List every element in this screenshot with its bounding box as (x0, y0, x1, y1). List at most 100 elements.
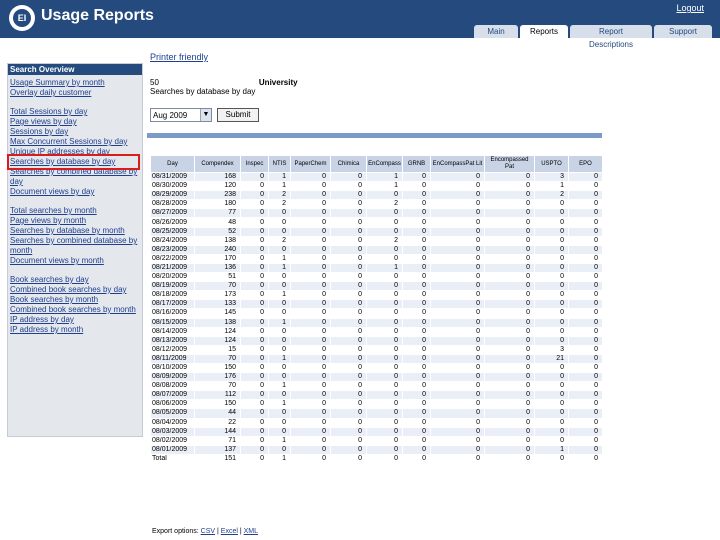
column-header[interactable]: Encompassed Pat (484, 155, 535, 173)
count-cell: 0 (430, 272, 485, 283)
count-cell: 0 (484, 235, 535, 246)
count-cell: 0 (484, 281, 535, 292)
sidebar-link[interactable]: Total Sessions by day (10, 107, 140, 117)
count-cell: 0 (330, 308, 367, 319)
sidebar-link[interactable]: Searches by database by month (10, 226, 140, 236)
sidebar-link[interactable]: Book searches by month (10, 295, 140, 305)
export-csv-link[interactable]: CSV (201, 528, 215, 535)
count-cell: 0 (534, 408, 569, 419)
day-cell: 08/27/2009 (150, 208, 195, 219)
tab-report-descriptions[interactable]: Report Descriptions (570, 25, 652, 49)
table-row: 08/31/2009 168 0 1 0 0 1 0 0 0 3 0 (150, 171, 603, 183)
day-cell: 08/28/2009 (150, 199, 195, 210)
sidebar-link[interactable]: Unique IP addresses by day (10, 147, 140, 157)
column-header[interactable]: Inspec (240, 155, 269, 173)
count-cell: 0 (534, 299, 569, 310)
day-cell: 08/19/2009 (150, 281, 195, 292)
day-cell: Total (150, 453, 195, 465)
count-cell: 0 (240, 244, 269, 255)
column-header[interactable]: EnCompassPat Lit (430, 155, 485, 173)
sidebar-link[interactable]: Sessions by day (10, 127, 140, 137)
count-cell: 1 (268, 290, 291, 301)
printer-friendly-link[interactable]: Printer friendly (150, 52, 208, 62)
count-cell: 0 (484, 408, 535, 419)
count-cell: 0 (402, 171, 431, 183)
count-cell: 0 (568, 235, 603, 246)
sidebar-link[interactable]: Combined book searches by month (10, 305, 140, 315)
column-header[interactable]: Chimica (330, 155, 367, 173)
sidebar-link[interactable]: Max Concurrent Sessions by day (10, 137, 140, 147)
day-cell: 08/16/2009 (150, 308, 195, 319)
count-cell: 0 (568, 317, 603, 328)
count-cell: 0 (240, 226, 269, 237)
sidebar-link[interactable]: Page views by month (10, 216, 140, 226)
column-header[interactable]: USPTO (534, 155, 569, 173)
chevron-down-icon[interactable]: ▼ (200, 109, 211, 121)
count-cell: 0 (366, 299, 403, 310)
count-cell: 0 (268, 226, 291, 237)
sidebar-link[interactable]: IP address by month (10, 325, 140, 335)
sidebar-link[interactable]: Combined book searches by day (10, 285, 140, 295)
sidebar-link[interactable]: Page views by day (10, 117, 140, 127)
tab-support[interactable]: Support (654, 25, 712, 38)
sidebar-link[interactable]: Usage Summary by month (10, 78, 140, 88)
sidebar-link[interactable]: Document views by month (10, 256, 140, 266)
count-cell: 0 (240, 399, 269, 410)
count-cell: 21 (534, 353, 569, 364)
count-cell: 0 (240, 344, 269, 355)
column-header[interactable]: NTIS (268, 155, 291, 173)
sidebar-link[interactable]: Searches by combined database by day (10, 167, 140, 187)
count-cell: 0 (534, 272, 569, 283)
count-cell: 0 (268, 408, 291, 419)
submit-button[interactable]: Submit (217, 108, 259, 122)
sidebar-link[interactable]: Overlay daily customer (10, 88, 140, 98)
count-cell: 1 (268, 181, 291, 192)
count-cell: 2 (366, 199, 403, 210)
count-cell: 0 (402, 308, 431, 319)
sidebar-link[interactable]: Total searches by month (10, 206, 140, 216)
count-cell: 0 (366, 444, 403, 455)
count-cell: 0 (484, 417, 535, 428)
count-cell: 0 (534, 199, 569, 210)
sidebar-link[interactable]: IP address by day (10, 315, 140, 325)
sidebar-link[interactable]: Searches by database by day (7, 154, 140, 170)
count-cell: 0 (240, 426, 269, 437)
sidebar-link[interactable]: Searches by combined database by month (10, 236, 140, 256)
count-cell: 0 (402, 199, 431, 210)
column-header[interactable]: Compendex (194, 155, 241, 173)
export-xml-link[interactable]: XML (244, 528, 258, 535)
count-cell: 0 (240, 435, 269, 446)
count-cell: 0 (366, 372, 403, 383)
logout-link[interactable]: Logout (676, 3, 704, 13)
column-header[interactable]: EnCompass (366, 155, 403, 173)
count-cell: 0 (430, 344, 485, 355)
column-header[interactable]: Day (150, 155, 195, 173)
sidebar-link[interactable]: Document views by day (10, 187, 140, 197)
day-cell: 08/06/2009 (150, 399, 195, 410)
tab-main[interactable]: Main (474, 25, 518, 38)
month-select[interactable]: Aug 2009 ▼ (150, 108, 212, 122)
count-cell: 0 (330, 399, 367, 410)
count-cell: 0 (240, 217, 269, 228)
count-cell: 0 (330, 281, 367, 292)
count-cell: 0 (430, 253, 485, 264)
count-cell: 1 (366, 262, 403, 274)
count-cell: 144 (194, 426, 241, 437)
month-select-value: Aug 2009 (153, 110, 188, 120)
export-excel-link[interactable]: Excel (221, 528, 238, 535)
sidebar-link[interactable]: Book searches by day (10, 275, 140, 285)
tab-reports[interactable]: Reports (520, 25, 568, 38)
count-cell: 0 (568, 208, 603, 219)
column-header[interactable]: EPO (568, 155, 603, 173)
count-cell: 0 (402, 326, 431, 337)
column-header[interactable]: PaperChem (290, 155, 331, 173)
count-cell: 0 (484, 362, 535, 374)
count-cell: 0 (568, 281, 603, 292)
count-cell: 0 (330, 390, 367, 401)
day-cell: 08/09/2009 (150, 372, 195, 383)
column-header[interactable]: GRNB (402, 155, 431, 173)
count-cell: 0 (484, 353, 535, 364)
count-cell: 0 (366, 344, 403, 355)
count-cell: 0 (568, 217, 603, 228)
count-cell: 0 (430, 399, 485, 410)
